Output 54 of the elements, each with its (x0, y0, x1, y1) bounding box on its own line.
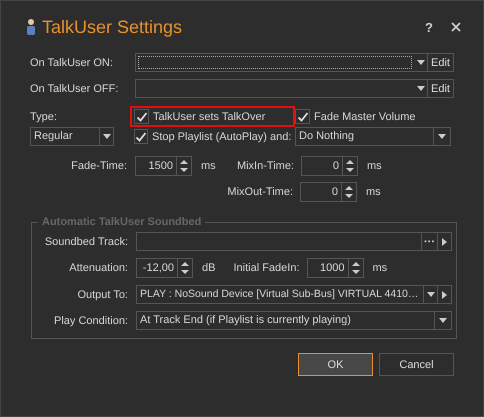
field-label: Attenuation: (68, 262, 128, 274)
spin-arrows-icon[interactable] (181, 261, 189, 275)
group-title: Automatic TalkUser Soundbed (41, 216, 202, 228)
spin-box[interactable]: -12,00 (136, 258, 193, 278)
field-label: Output To: (76, 288, 128, 300)
unit-label: ms (201, 160, 217, 172)
spin-arrows-icon[interactable] (180, 159, 188, 173)
check-icon (136, 110, 148, 122)
window-title: TalkUser Settings (42, 16, 182, 38)
field-label: Soundbed Track: (44, 236, 128, 248)
type-label: Type: (30, 110, 58, 122)
play-condition-dropdown[interactable]: At Track End (if Playlist is currently playing) (136, 311, 452, 330)
dropdown-arrow-icon (426, 292, 434, 297)
play-icon[interactable] (442, 238, 447, 246)
action-combo-box[interactable]: Edit (134, 79, 454, 98)
checkbox[interactable]: TalkUser sets TalkOver (130, 106, 295, 127)
unit-label: ms (372, 262, 388, 274)
checkbox[interactable]: Stop Playlist (AutoPlay) and: (130, 126, 295, 147)
field-label: On TalkUser OFF: (30, 82, 120, 94)
field-label: MixOut-Time: (226, 186, 293, 198)
browse-button[interactable]: ··· (421, 233, 437, 250)
spin-box[interactable]: 0 (301, 156, 358, 176)
spin-box[interactable]: 0 (300, 182, 357, 202)
unit-label: dB (202, 262, 216, 274)
field-label: Fade-Time: (70, 160, 127, 172)
field-label: Initial FadeIn: (233, 262, 300, 274)
soundbed-track-field[interactable]: ··· (136, 232, 452, 251)
action-combo-box[interactable]: Edit (134, 53, 454, 72)
person-icon (26, 18, 36, 36)
spin-arrows-icon[interactable] (345, 185, 353, 199)
check-icon (135, 130, 147, 142)
spin-box[interactable]: 1500 (135, 156, 192, 176)
spin-arrows-icon[interactable] (352, 261, 360, 275)
cancel-button[interactable]: Cancel (379, 353, 454, 376)
type-dropdown[interactable]: Regular (30, 127, 114, 146)
check-icon (296, 110, 308, 122)
spin-box[interactable]: 1000 (306, 258, 364, 278)
ok-button[interactable]: OK (298, 353, 373, 376)
edit-button[interactable]: Edit (427, 54, 453, 71)
help-button[interactable]: ? (425, 20, 433, 34)
dropdown-arrow-icon (102, 134, 110, 139)
field-label: Play Condition: (53, 314, 128, 326)
field-label: MixIn-Time: (236, 160, 294, 172)
output-dropdown[interactable]: PLAY : NoSound Device [Virtual Sub-Bus] VIRTUAL 4410… (136, 285, 452, 304)
unit-label: ms (366, 186, 381, 198)
edit-button[interactable]: Edit (427, 80, 453, 97)
play-icon[interactable] (442, 290, 447, 298)
dropdown-arrow-icon (439, 318, 447, 323)
spin-arrows-icon[interactable] (346, 159, 354, 173)
field-label: On TalkUser ON: (30, 56, 114, 68)
close-button[interactable] (451, 22, 461, 32)
stop-action-dropdown[interactable]: Do Nothing (295, 127, 451, 146)
dropdown-arrow-icon (438, 134, 446, 139)
unit-label: ms (367, 160, 382, 172)
